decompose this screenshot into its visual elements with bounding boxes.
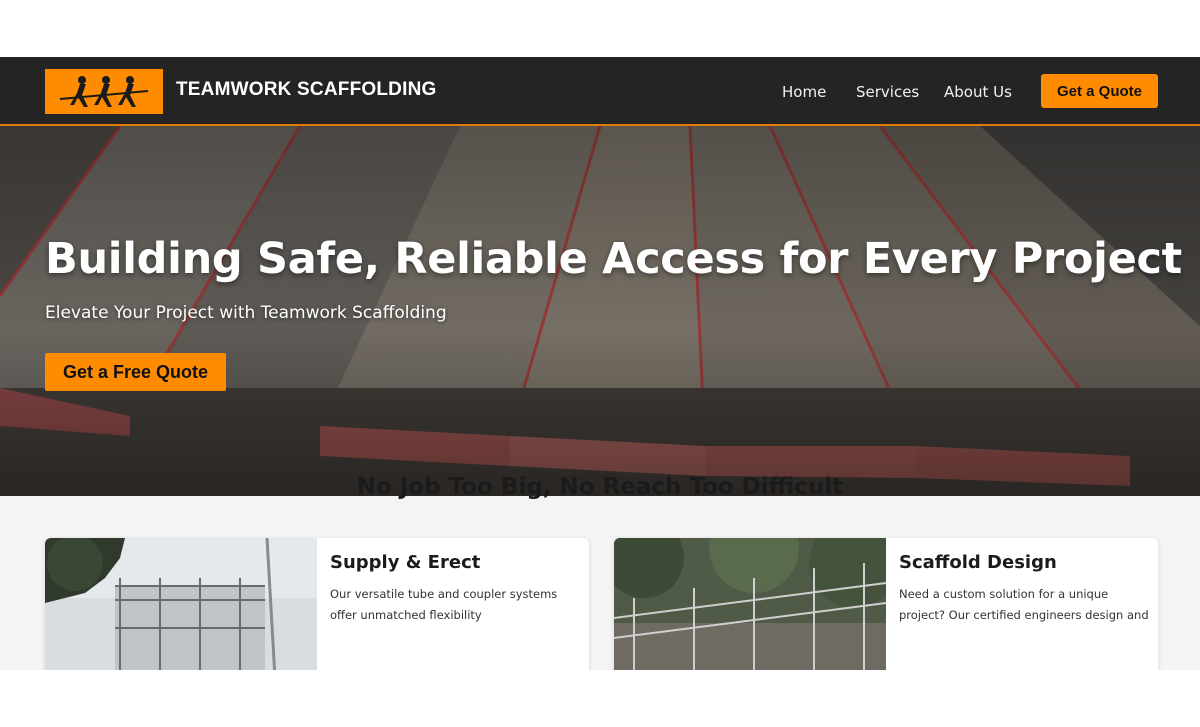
nav-services[interactable]: Services xyxy=(856,83,919,101)
nav-about-us[interactable]: About Us xyxy=(944,83,1012,101)
get-a-quote-button[interactable]: Get a Quote xyxy=(1041,74,1158,108)
site-header: TEAMWORK SCAFFOLDING Home Services About… xyxy=(0,57,1200,126)
scaffold-design-image xyxy=(614,538,886,670)
get-free-quote-button[interactable]: Get a Free Quote xyxy=(45,353,226,391)
card-text: Our versatile tube and coupler systems o… xyxy=(330,587,558,622)
service-card-scaffold-design[interactable]: Scaffold Design Need a custom solution f… xyxy=(614,538,1158,670)
workers-pulling-rope-icon xyxy=(59,75,149,107)
hero-subtitle: Elevate Your Project with Teamwork Scaff… xyxy=(45,303,447,323)
card-text: Need a custom solution for a unique proj… xyxy=(899,587,1149,622)
page-viewport: TEAMWORK SCAFFOLDING Home Services About… xyxy=(0,57,1200,670)
service-card-supply-erect[interactable]: Supply & Erect Our versatile tube and co… xyxy=(45,538,589,670)
card-title: Supply & Erect xyxy=(330,552,481,573)
brand-name[interactable]: TEAMWORK SCAFFOLDING xyxy=(176,79,436,101)
supply-erect-image xyxy=(45,538,317,670)
logo[interactable] xyxy=(45,69,163,114)
hero-section: Building Safe, Reliable Access for Every… xyxy=(0,126,1200,496)
nav-home[interactable]: Home xyxy=(782,83,826,101)
hero-title: Building Safe, Reliable Access for Every… xyxy=(45,234,1182,284)
services-heading: No Job Too Big, No Reach Too Difficult xyxy=(356,474,844,500)
card-title: Scaffold Design xyxy=(899,552,1057,573)
